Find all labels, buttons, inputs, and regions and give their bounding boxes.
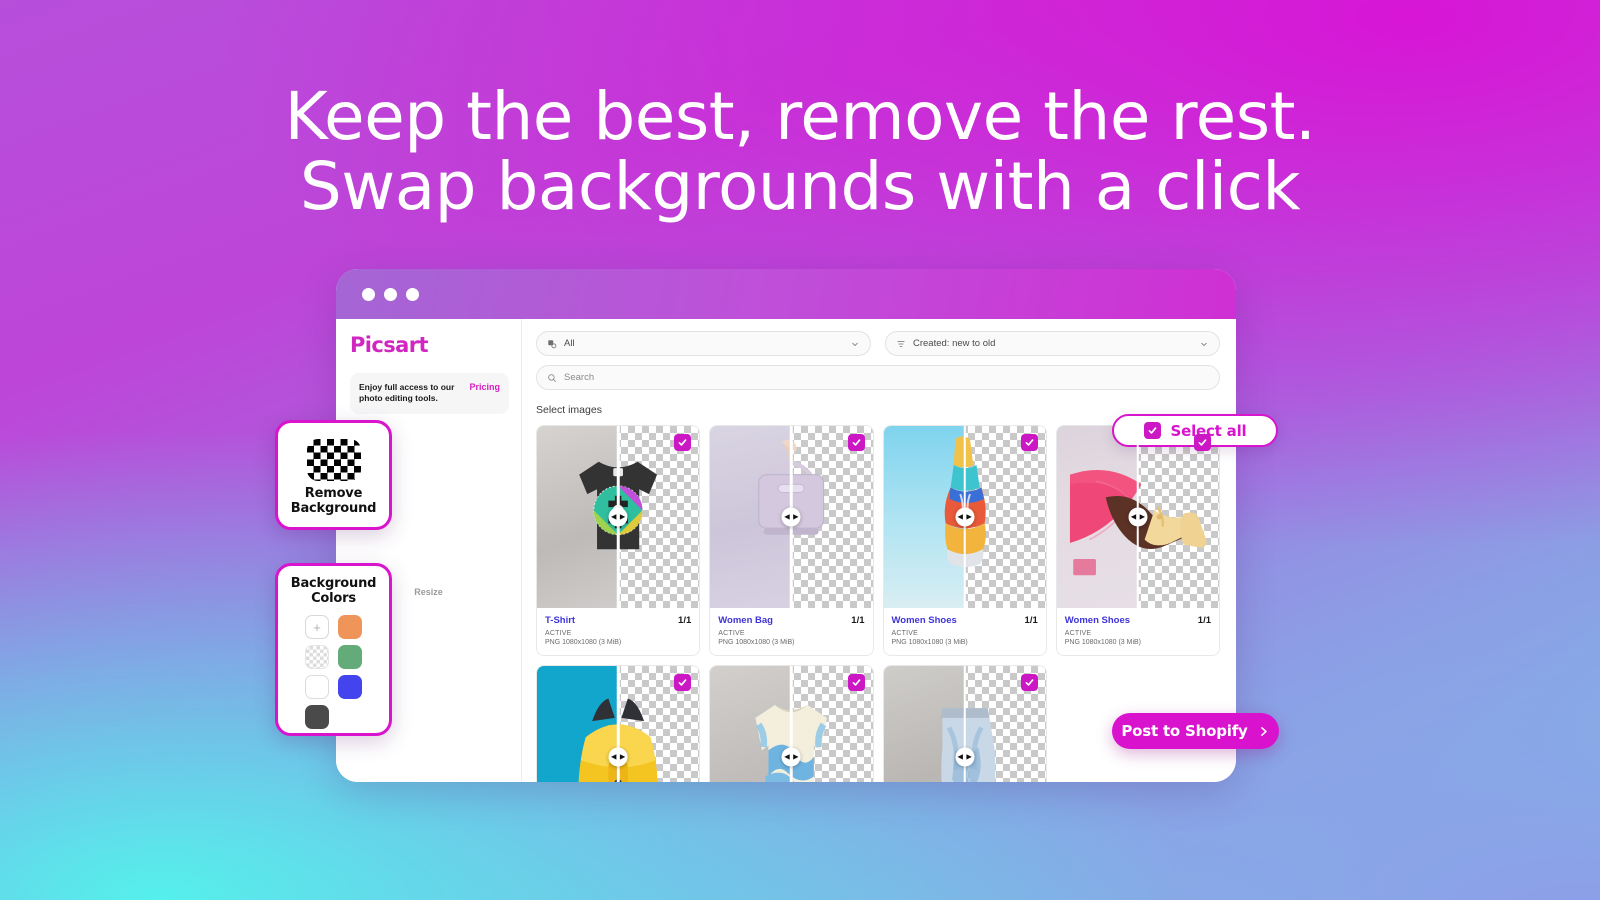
- remove-background-tool-card[interactable]: Remove Background: [275, 420, 392, 530]
- compare-slider-handle[interactable]: ◄►: [1128, 507, 1148, 527]
- app-body: Picsart Enjoy full access to our photo e…: [336, 319, 1236, 782]
- select-all-checkbox[interactable]: [1143, 422, 1161, 439]
- sort-icon: [897, 340, 905, 347]
- sort-filter-value: Created: new to old: [913, 338, 996, 349]
- checkerboard-icon: [306, 439, 361, 482]
- window-minimize-dot[interactable]: [384, 287, 397, 301]
- compare-slider-handle[interactable]: ◄►: [955, 747, 975, 767]
- image-card[interactable]: ◄►: [709, 665, 874, 782]
- card-count: 1/1: [1197, 615, 1211, 626]
- card-title[interactable]: Women Shoes: [1065, 615, 1130, 626]
- orange-swatch[interactable]: [338, 615, 362, 640]
- remove-background-line-1: Remove: [304, 486, 363, 502]
- card-file-info: PNG 1080x1080 (3 MiB): [1064, 639, 1142, 646]
- card-metadata: T-Shirt 1/1 ACTIVE PNG 1080x1080 (3 MiB): [537, 608, 700, 655]
- card-metadata: Women Bag 1/1 ACTIVE PNG 1080x1080 (3 Mi…: [710, 608, 873, 655]
- search-icon: [548, 373, 557, 382]
- card-title[interactable]: Women Bag: [718, 615, 773, 626]
- pricing-link[interactable]: Pricing: [469, 382, 500, 392]
- compare-slider-handle[interactable]: ◄►: [781, 747, 801, 767]
- compare-slider-handle[interactable]: ◄►: [608, 747, 628, 767]
- headline-line-1: Keep the best, remove the rest.: [284, 78, 1316, 155]
- card-file-info: PNG 1080x1080 (3 MiB): [545, 639, 622, 646]
- image-thumbnail[interactable]: ◄►: [883, 426, 1046, 608]
- green-swatch[interactable]: [338, 645, 362, 670]
- image-thumbnail[interactable]: ◄►: [537, 426, 700, 608]
- compare-slider-handle[interactable]: ◄►: [955, 507, 975, 527]
- blue-swatch[interactable]: [338, 675, 362, 700]
- image-thumbnail[interactable]: ◄►: [1056, 426, 1219, 608]
- card-checkbox[interactable]: [1020, 434, 1038, 451]
- page-title: Keep the best, remove the rest. Swap bac…: [0, 82, 1600, 222]
- type-filter-value: All: [564, 338, 575, 349]
- chevron-down-icon: [852, 342, 858, 346]
- remove-background-label: Remove Background: [291, 487, 377, 516]
- card-metadata: Women Shoes 1/1 ACTIVE PNG 1080x1080 (3 …: [1056, 608, 1219, 655]
- window-maximize-dot[interactable]: [406, 287, 419, 301]
- layers-icon: [548, 339, 557, 348]
- filter-row: All Created: new to old: [536, 331, 1220, 356]
- image-card[interactable]: ◄►: [536, 665, 701, 782]
- card-checkbox[interactable]: [847, 674, 865, 691]
- card-checkbox[interactable]: [1194, 434, 1211, 451]
- card-status: ACTIVE: [891, 630, 918, 637]
- card-status: ACTIVE: [718, 630, 745, 637]
- card-checkbox[interactable]: [674, 674, 692, 691]
- transparent-swatch[interactable]: [305, 645, 329, 670]
- card-status: ACTIVE: [545, 630, 572, 637]
- card-count: 1/1: [678, 615, 692, 626]
- remove-background-line-2: Background: [290, 501, 377, 516]
- background-colors-line-1: Background: [290, 576, 377, 591]
- chevron-right-icon: [1260, 726, 1267, 736]
- search-placeholder: Search: [564, 372, 595, 383]
- image-thumbnail[interactable]: ◄►: [537, 666, 700, 782]
- select-images-label: Select images: [536, 404, 602, 416]
- card-file-info: PNG 1080x1080 (3 MiB): [718, 639, 795, 646]
- browser-window: Picsart Enjoy full access to our photo e…: [336, 269, 1236, 782]
- image-card[interactable]: ◄► Women Shoes 1/1 ACTIVE PNG 1080x1080 …: [882, 425, 1047, 656]
- card-title[interactable]: Women Shoes: [892, 615, 957, 626]
- card-status: ACTIVE: [1064, 630, 1092, 637]
- chevron-down-icon: [1201, 342, 1207, 346]
- image-card[interactable]: ◄►: [882, 665, 1047, 782]
- card-count: 1/1: [851, 615, 865, 626]
- image-card[interactable]: ◄► Women Shoes 1/1 ACTIVE PNG 1080x1080 …: [1055, 425, 1220, 656]
- card-checkbox[interactable]: [847, 434, 865, 451]
- image-card[interactable]: ◄► Women Bag 1/1 ACTIVE PNG 1080x1080 (3…: [709, 425, 874, 656]
- sort-filter-dropdown[interactable]: Created: new to old: [885, 331, 1220, 356]
- dark-gray-swatch[interactable]: [305, 705, 329, 730]
- image-card[interactable]: ◄► T-Shirt 1/1 ACTIVE PNG 1080x1080 (3 M…: [536, 425, 701, 656]
- headline-line-2: Swap backgrounds with a click: [299, 147, 1301, 225]
- swatch-grid: +: [305, 615, 362, 730]
- compare-slider-handle[interactable]: ◄►: [781, 507, 801, 527]
- image-thumbnail[interactable]: ◄►: [710, 666, 873, 782]
- search-input[interactable]: Search: [536, 365, 1220, 390]
- type-filter-dropdown[interactable]: All: [536, 331, 871, 356]
- post-to-shopify-button[interactable]: Post to Shopify: [1112, 713, 1279, 749]
- white-swatch[interactable]: [305, 675, 329, 700]
- card-count: 1/1: [1024, 615, 1038, 626]
- picsart-logo[interactable]: Picsart: [350, 333, 509, 357]
- card-checkbox[interactable]: [1020, 674, 1038, 691]
- window-close-dot[interactable]: [362, 287, 375, 301]
- card-metadata: Women Shoes 1/1 ACTIVE PNG 1080x1080 (3 …: [883, 608, 1046, 655]
- image-thumbnail[interactable]: ◄►: [883, 666, 1046, 782]
- compare-slider-handle[interactable]: ◄►: [608, 507, 628, 527]
- card-title[interactable]: T-Shirt: [545, 615, 575, 626]
- background-colors-label: Background Colors: [290, 576, 377, 606]
- promo-banner: Keep the best, remove the rest. Swap bac…: [0, 0, 1600, 900]
- post-to-shopify-label: Post to Shopify: [1121, 722, 1248, 740]
- promo-text: Enjoy full access to our photo editing t…: [359, 382, 455, 404]
- image-thumbnail[interactable]: ◄►: [710, 426, 873, 608]
- card-checkbox[interactable]: [674, 434, 692, 451]
- browser-titlebar: [336, 269, 1236, 319]
- promo-card: Enjoy full access to our photo editing t…: [350, 373, 509, 414]
- card-file-info: PNG 1080x1080 (3 MiB): [891, 639, 968, 646]
- background-colors-tool-card[interactable]: Background Colors +: [275, 563, 392, 736]
- background-colors-line-2: Colors: [311, 590, 356, 606]
- add-color-swatch[interactable]: +: [305, 615, 329, 640]
